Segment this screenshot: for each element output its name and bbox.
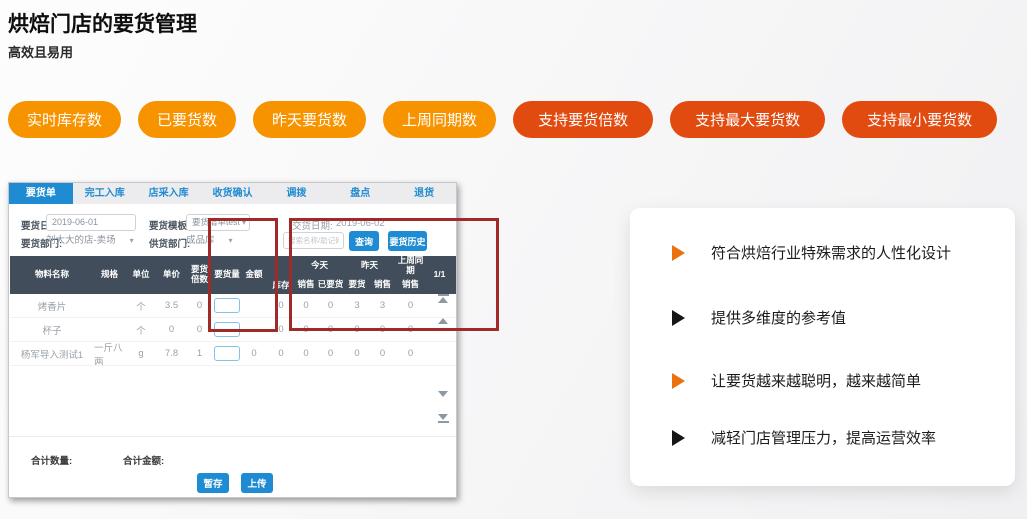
- cell-unit: 个: [125, 318, 157, 341]
- app-footer: 合计数量: 合计金额: 暂存 上传: [9, 436, 456, 498]
- feature-pill: 实时库存数: [8, 101, 121, 138]
- save-button[interactable]: 暂存: [197, 473, 229, 493]
- tab[interactable]: 调拨: [264, 183, 328, 204]
- feature-item: 减轻门店管理压力，提高运营效率: [672, 427, 936, 448]
- annotation-rect-reference-columns: [289, 218, 499, 331]
- tab[interactable]: 要货单: [9, 183, 73, 204]
- template-label: 要货模板:: [149, 218, 190, 232]
- col-multiple-line2: 倍数: [191, 275, 208, 285]
- triangle-arrow-icon: [672, 310, 685, 326]
- cell-unit: 个: [125, 294, 157, 317]
- cell-price: 3.5: [157, 294, 186, 317]
- scroll-down-icon[interactable]: [430, 391, 456, 397]
- feature-pill: 支持最大要货数: [670, 101, 825, 138]
- col-name: 物料名称: [10, 256, 94, 294]
- cell-spec: [94, 318, 125, 341]
- order-date-input[interactable]: 2019-06-01: [46, 214, 136, 231]
- feature-card: 符合烘焙行业特殊需求的人性化设计 提供多维度的参考值 让要货越来越聪明，越来越简…: [630, 208, 1015, 486]
- cell-today-ordered: 0: [317, 342, 344, 365]
- order-dept-select[interactable]: 刘大大的店-卖场: [46, 232, 134, 249]
- cell-multiple: 1: [186, 342, 213, 365]
- feature-text: 让要货越来越聪明，越来越简单: [711, 370, 921, 391]
- cell-price: 7.8: [157, 342, 186, 365]
- scroll-to-bottom-icon[interactable]: [430, 414, 456, 424]
- col-spec: 规格: [94, 256, 125, 294]
- feature-pill: 已要货数: [138, 101, 236, 138]
- supply-dept-label: 供货部门:: [149, 236, 190, 250]
- cell-spec: [94, 294, 125, 317]
- triangle-arrow-icon: [672, 373, 685, 389]
- col-price: 单价: [157, 256, 186, 294]
- upload-button[interactable]: 上传: [241, 473, 273, 493]
- page-subtitle: 高效且易用: [8, 42, 73, 61]
- cell-today-sale: 0: [295, 342, 317, 365]
- cell-unit: g: [125, 342, 157, 365]
- cell-actions: [426, 342, 453, 365]
- annotation-rect-qty-column: [208, 218, 278, 332]
- feature-text: 符合烘焙行业特殊需求的人性化设计: [711, 242, 951, 263]
- cell-spec: 一斤八两: [94, 342, 125, 365]
- cell-stock: 0: [267, 342, 295, 365]
- page: 烘焙门店的要货管理 高效且易用 实时库存数 已要货数 昨天要货数 上周同期数 支…: [0, 0, 1027, 519]
- tab[interactable]: 盘点: [328, 183, 392, 204]
- feature-pill: 支持要货倍数: [513, 101, 653, 138]
- feature-item: 提供多维度的参考值: [672, 307, 846, 328]
- cell-yesterday-sale: 0: [370, 342, 395, 365]
- feature-item: 符合烘焙行业特殊需求的人性化设计: [672, 242, 951, 263]
- total-qty-label: 合计数量:: [31, 453, 72, 467]
- feature-item: 让要货越来越聪明，越来越简单: [672, 370, 921, 391]
- col-unit: 单位: [125, 256, 157, 294]
- feature-pill: 上周同期数: [383, 101, 496, 138]
- cell-yesterday-order: 0: [344, 342, 370, 365]
- qty-input[interactable]: [214, 346, 240, 361]
- cell-amount: 0: [241, 342, 267, 365]
- total-amount-label: 合计金额:: [123, 453, 164, 467]
- cell-name: 杨军导入测试1: [10, 342, 94, 365]
- tab[interactable]: 收货确认: [201, 183, 265, 204]
- page-title: 烘焙门店的要货管理: [8, 8, 197, 38]
- cell-qty: [213, 342, 241, 365]
- feature-pill: 支持最小要货数: [842, 101, 997, 138]
- feature-text: 提供多维度的参考值: [711, 307, 846, 328]
- cell-price: 0: [157, 318, 186, 341]
- tab-bar: 要货单 完工入库 店采入库 收货确认 调拨 盘点 退货: [9, 183, 456, 204]
- feature-pills: 实时库存数 已要货数 昨天要货数 上周同期数 支持要货倍数 支持最大要货数 支持…: [8, 101, 997, 138]
- tab[interactable]: 完工入库: [73, 183, 137, 204]
- cell-name: 杯子: [10, 318, 94, 341]
- feature-pill: 昨天要货数: [253, 101, 366, 138]
- cell-lastweek-sale: 0: [395, 342, 426, 365]
- feature-text: 减轻门店管理压力，提高运营效率: [711, 427, 936, 448]
- table-row: 杨军导入测试1 一斤八两 g 7.8 1 0 0 0 0 0 0 0: [10, 342, 456, 366]
- tab[interactable]: 店采入库: [137, 183, 201, 204]
- tab[interactable]: 退货: [392, 183, 456, 204]
- triangle-arrow-icon: [672, 430, 685, 446]
- cell-name: 烤香片: [10, 294, 94, 317]
- triangle-arrow-icon: [672, 245, 685, 261]
